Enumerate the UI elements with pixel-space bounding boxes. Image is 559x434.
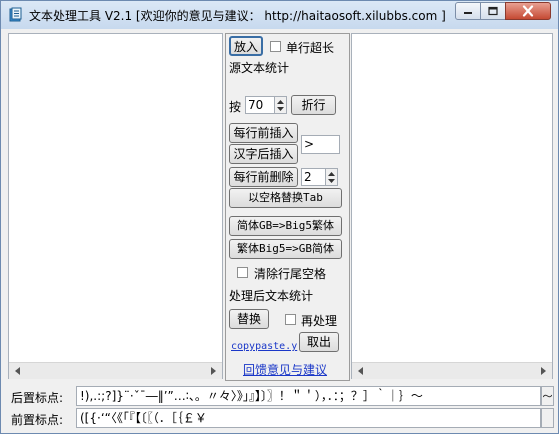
result-text-area[interactable] bbox=[351, 33, 553, 379]
wrap-per-label: 按 bbox=[229, 100, 242, 114]
control-panel: 放入 单行超长 源文本统计 按 70 折行 每行前插入 汉字后插入 > 每行前删… bbox=[225, 33, 350, 381]
spin-up-icon bbox=[277, 100, 284, 104]
insert-before-line-button[interactable]: 每行前插入 bbox=[229, 123, 298, 143]
trim-trailing-checkbox[interactable] bbox=[237, 267, 248, 278]
delete-before-line-button[interactable]: 每行前删除 bbox=[229, 167, 298, 187]
minimize-icon bbox=[464, 12, 472, 14]
pre-punct-label: 前置标点: bbox=[11, 413, 64, 427]
scroll-icon bbox=[543, 394, 552, 398]
delete-count-input[interactable]: 2 bbox=[301, 168, 326, 186]
source-stats-label: 源文本统计 bbox=[229, 61, 290, 75]
minimize-button[interactable] bbox=[455, 2, 481, 20]
post-punct-field[interactable]: !),.:;?]}¨·ˇˉ―‖’”…∶、。〃々〉》」』】〕〗！＂＇），．：；？］… bbox=[76, 386, 541, 406]
notebook-app-icon bbox=[9, 7, 22, 22]
post-punct-scroll-button[interactable] bbox=[541, 386, 554, 406]
pre-punct-field[interactable]: ([{·‘“〈《「『【〔〖（．［｛￡￥ bbox=[76, 408, 541, 428]
maximize-button[interactable] bbox=[480, 2, 506, 20]
insert-text-input[interactable]: > bbox=[301, 135, 340, 154]
scroll-left-button[interactable] bbox=[9, 363, 26, 379]
post-punct-label: 后置标点: bbox=[11, 391, 64, 405]
arrow-left-icon bbox=[358, 367, 363, 375]
big5-to-gb-button[interactable]: 繁体Big5=>GB简体 bbox=[229, 239, 342, 259]
gb-to-big5-button[interactable]: 简体GB=>Big5繁体 bbox=[229, 216, 342, 236]
source-text-area[interactable] bbox=[8, 33, 223, 379]
app-window: 文本处理工具 V2.1 [欢迎你的意见与建议： http://haitaosof… bbox=[0, 0, 559, 434]
wrap-width-spinner[interactable] bbox=[274, 96, 287, 114]
reprocess-label: 再处理 bbox=[301, 314, 338, 328]
reprocess-checkbox[interactable] bbox=[285, 314, 296, 325]
single-line-checkbox[interactable] bbox=[270, 41, 281, 52]
scroll-left-button[interactable] bbox=[352, 363, 369, 379]
source-horizontal-scrollbar[interactable] bbox=[9, 362, 222, 379]
title-bar[interactable]: 文本处理工具 V2.1 [欢迎你的意见与建议： http://haitaosof… bbox=[1, 1, 558, 29]
take-out-button[interactable]: 取出 bbox=[299, 332, 339, 352]
trim-trailing-label: 清除行尾空格 bbox=[254, 267, 327, 281]
insert-after-han-button[interactable]: 汉字后插入 bbox=[229, 144, 298, 164]
wrap-width-input[interactable]: 70 bbox=[245, 96, 275, 114]
arrow-left-icon bbox=[15, 367, 20, 375]
scroll-right-button[interactable] bbox=[535, 363, 552, 379]
result-horizontal-scrollbar[interactable] bbox=[352, 362, 552, 379]
pre-punct-scroll-button[interactable] bbox=[541, 408, 554, 428]
arrow-right-icon bbox=[541, 367, 546, 375]
window-title: 文本处理工具 V2.1 [欢迎你的意见与建议： http://haitaosof… bbox=[29, 9, 446, 23]
close-icon bbox=[522, 5, 534, 17]
replace-button[interactable]: 替换 bbox=[229, 309, 269, 329]
enlarge-button[interactable]: 放入 bbox=[229, 36, 263, 56]
maximize-icon bbox=[488, 6, 498, 16]
spin-up-icon bbox=[328, 172, 335, 176]
space-to-tab-button[interactable]: 以空格替换Tab bbox=[229, 188, 342, 208]
scroll-right-button[interactable] bbox=[205, 363, 222, 379]
wrap-button[interactable]: 折行 bbox=[291, 95, 336, 115]
processed-stats-label: 处理后文本统计 bbox=[229, 289, 314, 303]
spin-down-icon bbox=[277, 107, 284, 111]
single-line-label: 单行超长 bbox=[286, 41, 335, 55]
arrow-right-icon bbox=[211, 367, 216, 375]
copypaste-link[interactable]: copypaste.y bbox=[231, 341, 297, 352]
spin-down-icon bbox=[328, 179, 335, 183]
delete-count-spinner[interactable] bbox=[325, 168, 338, 186]
feedback-link[interactable]: 回馈意见与建议 bbox=[243, 361, 327, 378]
close-button[interactable] bbox=[505, 2, 551, 20]
